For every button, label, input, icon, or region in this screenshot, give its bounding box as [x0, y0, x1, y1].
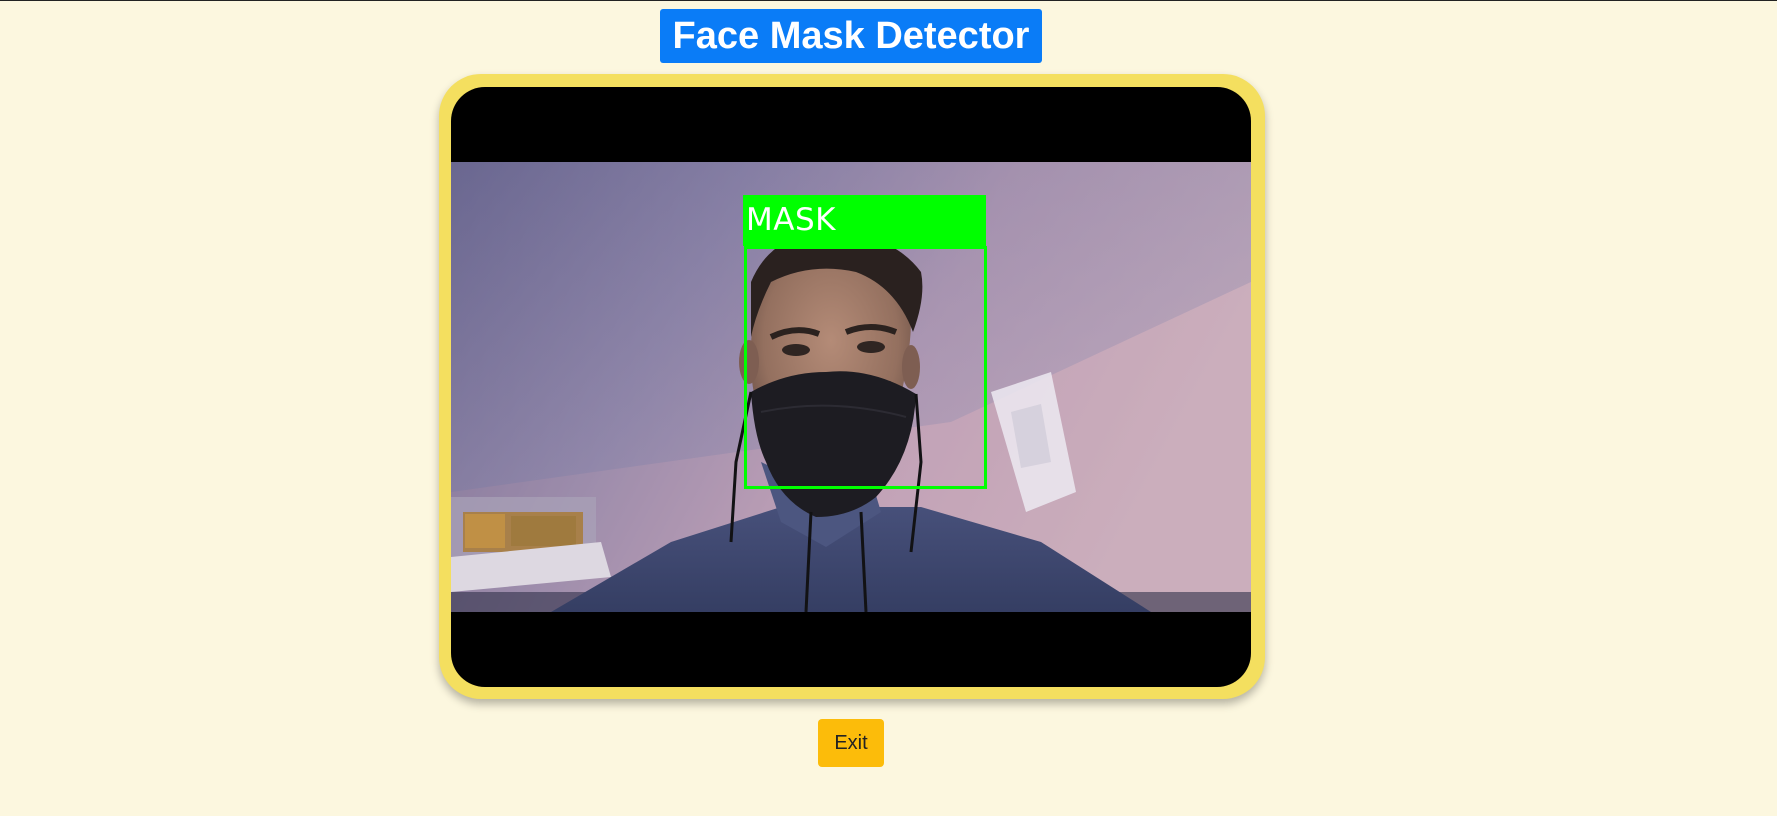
exit-button[interactable]: Exit — [818, 719, 884, 767]
video-frame: MASK — [439, 74, 1265, 699]
detection-label: MASK — [743, 195, 986, 246]
page-title: Face Mask Detector — [660, 9, 1042, 63]
face-detection-box — [744, 246, 987, 489]
detection-label-text: MASK — [746, 202, 836, 238]
video-feed: MASK — [451, 87, 1251, 687]
